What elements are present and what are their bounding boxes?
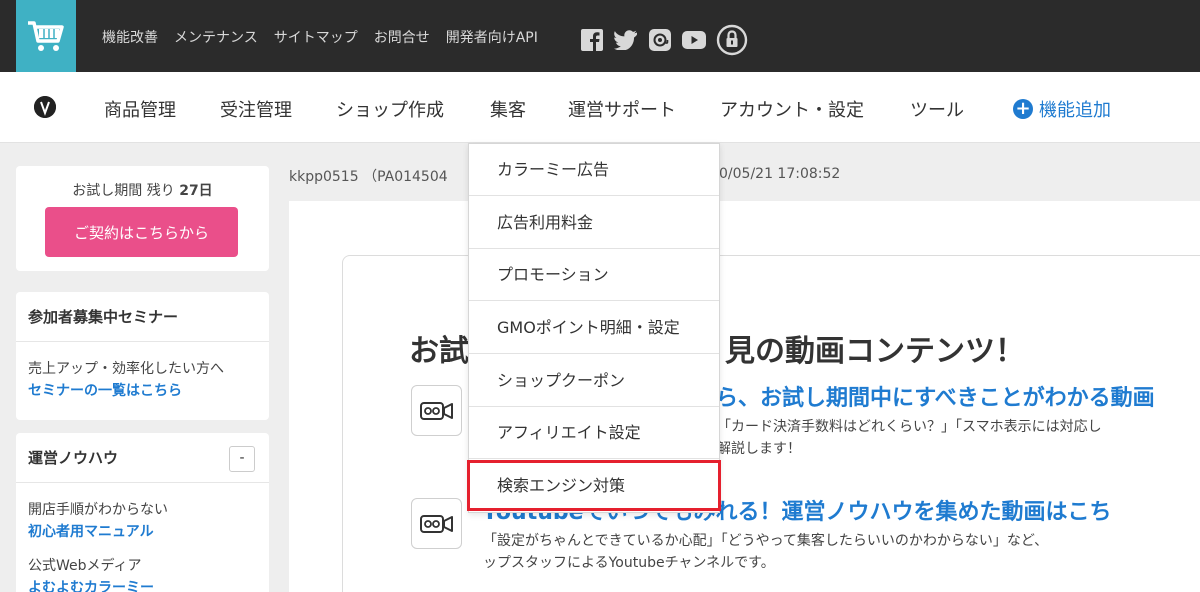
nav-item-shop-creation[interactable]: ショップ作成	[336, 96, 444, 122]
top-link-sitemap[interactable]: サイトマップ	[274, 27, 358, 47]
trial-remaining: お試し期間 残り 27日	[72, 183, 213, 199]
shopping-cart-icon	[28, 21, 64, 51]
account-info: kkpp0515 （PA014504 0/05/21 17:08:52	[289, 166, 840, 186]
section-1-text-1: 「カード決済手数料はどれくらい？」「スマホ表示には対応し	[717, 419, 1102, 435]
seminar-body: 売上アップ・効率化したい方へ セミナーの一覧はこちら	[28, 358, 224, 402]
video-content-headline: お試 見の動画コンテンツ！	[409, 334, 1025, 369]
top-links: 機能改善 メンテナンス サイトマップ お問合せ 開発者向けAPI	[102, 27, 554, 47]
section-1-text-2: 解説します！	[717, 441, 801, 457]
section-2-text-2: ップスタッフによるYoutubeチャンネルです。	[483, 555, 775, 571]
menu-item-promotion[interactable]: プロモーション	[469, 249, 719, 301]
marketing-dropdown-menu: カラーミー広告 広告利用料金 プロモーション GMOポイント明細・設定 ショップ…	[468, 143, 720, 513]
main-nav: 商品管理 受注管理 ショップ作成 集客 運営サポート アカウント・設定 ツール …	[0, 72, 1200, 143]
web-media-link[interactable]: よむよむカラーミー	[28, 577, 168, 592]
nav-item-products[interactable]: 商品管理	[104, 96, 176, 122]
seminar-title: 参加者募集中セミナー	[16, 292, 269, 342]
knowhow-text-2: 公式Webメディア	[28, 558, 142, 574]
nav-item-orders[interactable]: 受注管理	[220, 96, 292, 122]
knowhow-card: 運営ノウハウ - 開店手順がわからない 初心者用マニュアル 公式Webメディア …	[16, 433, 269, 592]
seminar-text: 売上アップ・効率化したい方へ	[28, 361, 224, 377]
menu-item-colorme-ads[interactable]: カラーミー広告	[469, 144, 719, 196]
trial-card: お試し期間 残り 27日 ご契約はこちらから	[16, 166, 269, 271]
menu-item-shop-coupon[interactable]: ショップクーポン	[469, 355, 719, 407]
knowhow-text-1: 開店手順がわからない	[28, 502, 168, 518]
menu-item-gmo-points[interactable]: GMOポイント明細・設定	[469, 302, 719, 354]
top-link-developer-api[interactable]: 開発者向けAPI	[446, 27, 538, 47]
video-camera-icon	[411, 498, 462, 549]
youtube-icon[interactable]	[682, 28, 706, 52]
top-link-improvements[interactable]: 機能改善	[102, 27, 158, 47]
knowhow-body: 開店手順がわからない 初心者用マニュアル 公式Webメディア よむよむカラーミー	[28, 499, 168, 592]
video-camera-icon	[411, 385, 462, 436]
nav-item-account-settings[interactable]: アカウント・設定	[720, 96, 864, 122]
seo-highlight-box	[467, 460, 721, 511]
contract-button[interactable]: ご契約はこちらから	[45, 207, 238, 257]
top-bar: 機能改善 メンテナンス サイトマップ お問合せ 開発者向けAPI	[0, 0, 1200, 74]
top-link-maintenance[interactable]: メンテナンス	[174, 27, 258, 47]
section-2-text-1: 「設定がちゃんとできているか心配」「どうやって集客したらいいのかわからない」など…	[483, 533, 1049, 549]
plus-icon: +	[1013, 99, 1033, 119]
twitter-icon[interactable]	[614, 28, 638, 52]
add-feature-label: 機能追加	[1039, 100, 1111, 121]
menu-item-affiliate-settings[interactable]: アフィリエイト設定	[469, 407, 719, 459]
nav-item-tools[interactable]: ツール	[910, 96, 964, 122]
seminar-card: 参加者募集中セミナー 売上アップ・効率化したい方へ セミナーの一覧はこちら	[16, 292, 269, 420]
knowhow-collapse-button[interactable]: -	[229, 446, 255, 472]
nav-item-marketing[interactable]: 集客	[490, 96, 526, 122]
section-1-title[interactable]: ら、お試し期間中にすべきことがわかる動画	[716, 380, 1155, 412]
facebook-icon[interactable]	[580, 28, 604, 52]
email-icon[interactable]	[648, 28, 672, 52]
lock-icon[interactable]	[716, 24, 748, 56]
cart-logo[interactable]	[16, 0, 76, 74]
account-id: kkpp0515 （PA014504	[289, 169, 448, 185]
seminar-list-link[interactable]: セミナーの一覧はこちら	[28, 380, 224, 402]
brand-logo-icon[interactable]	[34, 96, 56, 118]
social-links	[580, 24, 748, 56]
login-timestamp: 0/05/21 17:08:52	[719, 166, 841, 182]
top-link-contact[interactable]: お問合せ	[374, 27, 430, 47]
beginner-manual-link[interactable]: 初心者用マニュアル	[28, 521, 168, 543]
nav-item-operation-support[interactable]: 運営サポート	[568, 96, 676, 122]
add-feature-button[interactable]: + 機能追加	[1013, 96, 1111, 122]
trial-days: 27日	[179, 183, 213, 199]
menu-item-ad-fees[interactable]: 広告利用料金	[469, 197, 719, 249]
